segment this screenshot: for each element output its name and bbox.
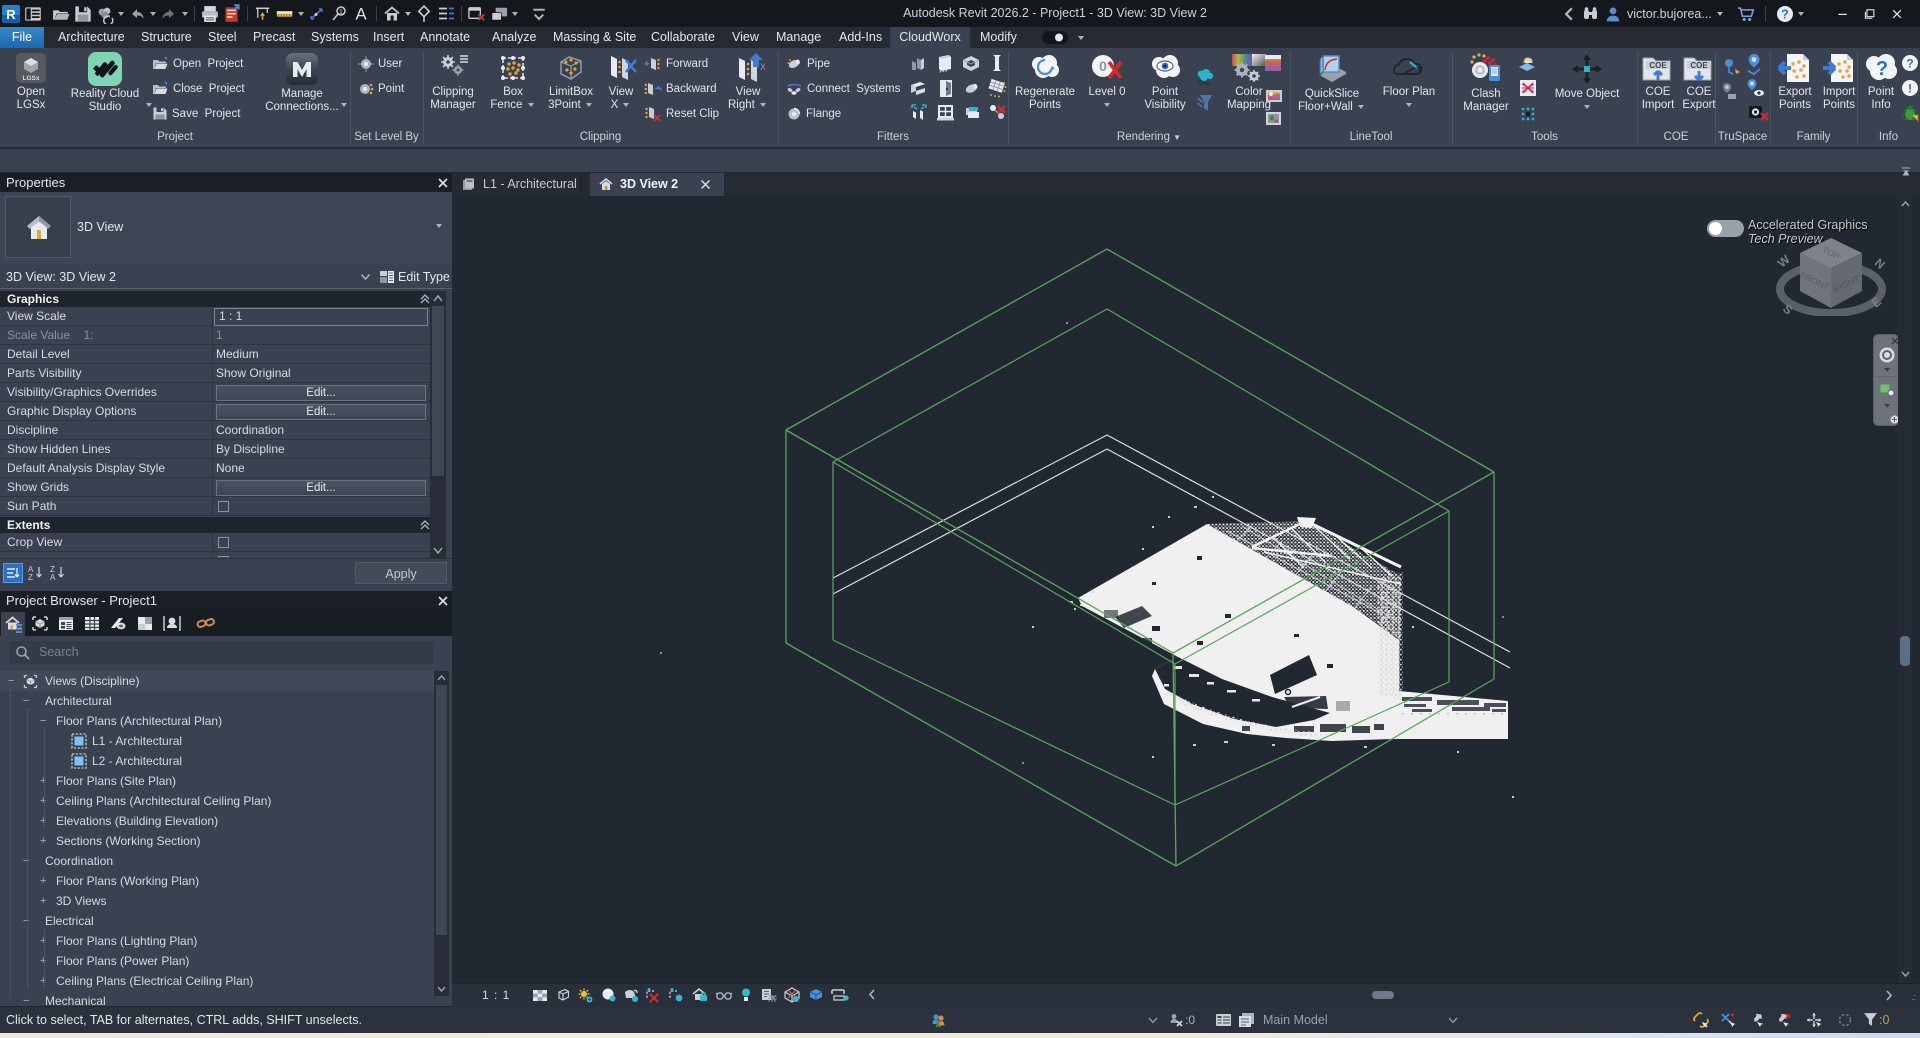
svg-text:Z: Z bbox=[28, 573, 33, 581]
svg-text:R: R bbox=[6, 7, 16, 22]
svg-text:COE: COE bbox=[1649, 61, 1667, 70]
svg-text:?: ? bbox=[1876, 58, 1888, 80]
svg-text:W: W bbox=[1775, 252, 1793, 270]
svg-text:LGSx: LGSx bbox=[23, 75, 40, 82]
svg-text:X: X bbox=[760, 62, 765, 72]
svg-text:A: A bbox=[50, 573, 56, 581]
svg-text:0: 0 bbox=[1099, 58, 1107, 74]
svg-text:?: ? bbox=[1906, 57, 1913, 71]
svg-text:N: N bbox=[1872, 256, 1888, 272]
svg-text:COE: COE bbox=[1690, 61, 1708, 70]
svg-text:!: ! bbox=[1908, 82, 1912, 96]
svg-text:S: S bbox=[1780, 302, 1795, 316]
